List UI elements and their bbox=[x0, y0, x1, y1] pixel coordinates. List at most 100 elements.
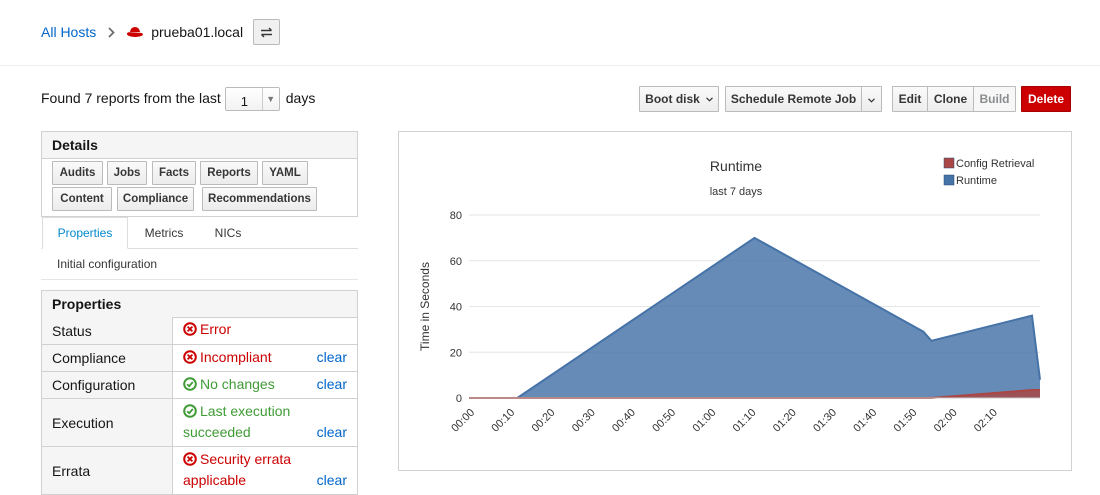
y-tick-label: 60 bbox=[450, 256, 462, 268]
switch-host-button[interactable] bbox=[253, 19, 281, 45]
tab-properties[interactable]: Properties bbox=[42, 217, 128, 249]
chart-title: Runtime bbox=[710, 158, 762, 174]
clear-errata-link[interactable]: clear bbox=[317, 472, 347, 488]
property-value: Error bbox=[173, 317, 357, 344]
x-tick-label: 00:50 bbox=[650, 407, 678, 435]
days-select[interactable]: 1 ▼ bbox=[224, 87, 280, 111]
jobs-button[interactable]: Jobs bbox=[107, 161, 147, 185]
details-button-group: Audits Jobs Facts Reports YAML Content C… bbox=[41, 158, 358, 217]
properties-heading: Properties bbox=[41, 290, 358, 318]
chevron-right-icon bbox=[108, 26, 116, 38]
x-tick-label: 02:00 bbox=[932, 407, 960, 435]
legend-label: Runtime bbox=[956, 175, 997, 187]
property-label: Errata bbox=[42, 447, 173, 494]
status-text: No changes bbox=[200, 376, 275, 392]
schedule-dropdown-toggle[interactable] bbox=[861, 86, 882, 112]
tab-initial-configuration[interactable]: Initial configuration bbox=[57, 257, 157, 271]
error-circle-icon bbox=[183, 452, 197, 466]
boot-disk-label: Boot disk bbox=[645, 92, 700, 106]
runtime-chart-svg: Runtime last 7 days 0 20 40 60 80 Time in Secon… bbox=[418, 157, 1041, 435]
tab-metrics[interactable]: Metrics bbox=[131, 217, 197, 249]
tab-nics[interactable]: NICs bbox=[201, 217, 255, 249]
x-tick-label: 01:00 bbox=[690, 407, 718, 435]
recommendations-button[interactable]: Recommendations bbox=[202, 187, 317, 211]
y-tick-label: 80 bbox=[450, 210, 462, 222]
tabs-divider bbox=[41, 279, 358, 280]
x-tick-label: 00:30 bbox=[570, 407, 598, 435]
all-hosts-link[interactable]: All Hosts bbox=[41, 24, 96, 40]
clear-configuration-link[interactable]: clear bbox=[317, 376, 347, 392]
yaml-button[interactable]: YAML bbox=[262, 161, 308, 185]
redhat-logo-icon bbox=[127, 26, 144, 37]
status-text: Security errata bbox=[200, 451, 292, 467]
property-value: Incompliant clear bbox=[173, 345, 357, 371]
header-divider bbox=[0, 65, 1100, 66]
chart-subtitle: last 7 days bbox=[710, 186, 763, 198]
current-host: prueba01.local bbox=[126, 24, 243, 40]
audits-button[interactable]: Audits bbox=[52, 161, 103, 185]
error-circle-icon bbox=[183, 322, 197, 336]
property-value: Security errata applicable clear bbox=[173, 447, 357, 494]
reports-suffix: days bbox=[285, 90, 316, 106]
caret-down-icon bbox=[868, 92, 875, 106]
x-tick-label: 00:10 bbox=[489, 407, 517, 435]
x-tick-label: 01:10 bbox=[731, 407, 759, 435]
boot-disk-button[interactable]: Boot disk bbox=[639, 86, 719, 112]
schedule-label: Schedule Remote Job bbox=[730, 92, 857, 106]
dropdown-arrow-icon: ▼ bbox=[261, 88, 279, 110]
y-tick-label: 40 bbox=[450, 302, 462, 314]
check-circle-icon bbox=[183, 377, 197, 391]
property-label: Configuration bbox=[42, 372, 173, 398]
status-text: Last execution bbox=[200, 403, 291, 419]
status-text-line-2: succeeded bbox=[183, 424, 251, 440]
clear-execution-link[interactable]: clear bbox=[317, 424, 347, 440]
property-label: Compliance bbox=[42, 345, 173, 371]
property-label: Execution bbox=[42, 399, 173, 446]
property-value: No changes clear bbox=[173, 372, 357, 398]
table-row: Compliance Incompliant clear bbox=[42, 344, 357, 371]
table-row: Status Error bbox=[42, 317, 357, 344]
property-value: Last execution succeeded clear bbox=[173, 399, 357, 446]
status-text-line-2: applicable bbox=[183, 472, 247, 488]
reports-button[interactable]: Reports bbox=[200, 161, 258, 185]
x-tick-label: 00:20 bbox=[530, 407, 558, 435]
runtime-chart: Runtime last 7 days 0 20 40 60 80 Time in Secon… bbox=[398, 131, 1072, 471]
caret-down-icon bbox=[705, 96, 713, 102]
clone-button[interactable]: Clone bbox=[927, 86, 974, 112]
host-name: prueba01.local bbox=[151, 24, 244, 40]
y-axis-label: Time in Seconds bbox=[418, 262, 432, 351]
x-tick-label: 01:30 bbox=[811, 407, 839, 435]
x-tick-label: 01:20 bbox=[771, 407, 799, 435]
swap-arrows-icon bbox=[261, 27, 273, 37]
days-value: 1 bbox=[240, 94, 248, 109]
x-tick-label: 02:10 bbox=[972, 407, 1000, 435]
check-circle-icon bbox=[183, 404, 197, 418]
legend-label: Config Retrieval bbox=[956, 158, 1034, 170]
build-button: Build bbox=[973, 86, 1016, 112]
status-text: Error bbox=[200, 321, 232, 337]
facts-button[interactable]: Facts bbox=[152, 161, 196, 185]
details-heading: Details bbox=[41, 131, 358, 159]
details-tabs: Properties Metrics NICs bbox=[41, 217, 358, 249]
error-circle-icon bbox=[183, 350, 197, 364]
reports-filter: Found 7 reports from the last 1 ▼ days bbox=[41, 86, 316, 111]
properties-table: Status Error Compliance Incompliant clea… bbox=[41, 317, 358, 495]
table-row: Errata Security errata applicable clear bbox=[42, 446, 357, 494]
breadcrumb: All Hosts prueba01.local bbox=[41, 19, 281, 45]
x-tick-label: 01:50 bbox=[892, 407, 920, 435]
delete-button[interactable]: Delete bbox=[1021, 86, 1071, 112]
edit-button[interactable]: Edit bbox=[892, 86, 928, 112]
compliance-button[interactable]: Compliance bbox=[117, 187, 194, 211]
schedule-remote-job-button[interactable]: Schedule Remote Job bbox=[725, 86, 862, 112]
clear-compliance-link[interactable]: clear bbox=[317, 349, 347, 365]
table-row: Configuration No changes clear bbox=[42, 371, 357, 398]
legend-swatch bbox=[943, 174, 955, 186]
legend-swatch bbox=[943, 157, 955, 169]
y-tick-label: 20 bbox=[450, 347, 462, 359]
x-tick-label: 00:00 bbox=[449, 407, 477, 435]
x-tick-label: 01:40 bbox=[851, 407, 879, 435]
table-row: Execution Last execution succeeded clear bbox=[42, 398, 357, 446]
content-button[interactable]: Content bbox=[52, 187, 112, 211]
reports-prefix: Found 7 reports from the last bbox=[41, 90, 221, 106]
status-text: Incompliant bbox=[200, 349, 272, 365]
